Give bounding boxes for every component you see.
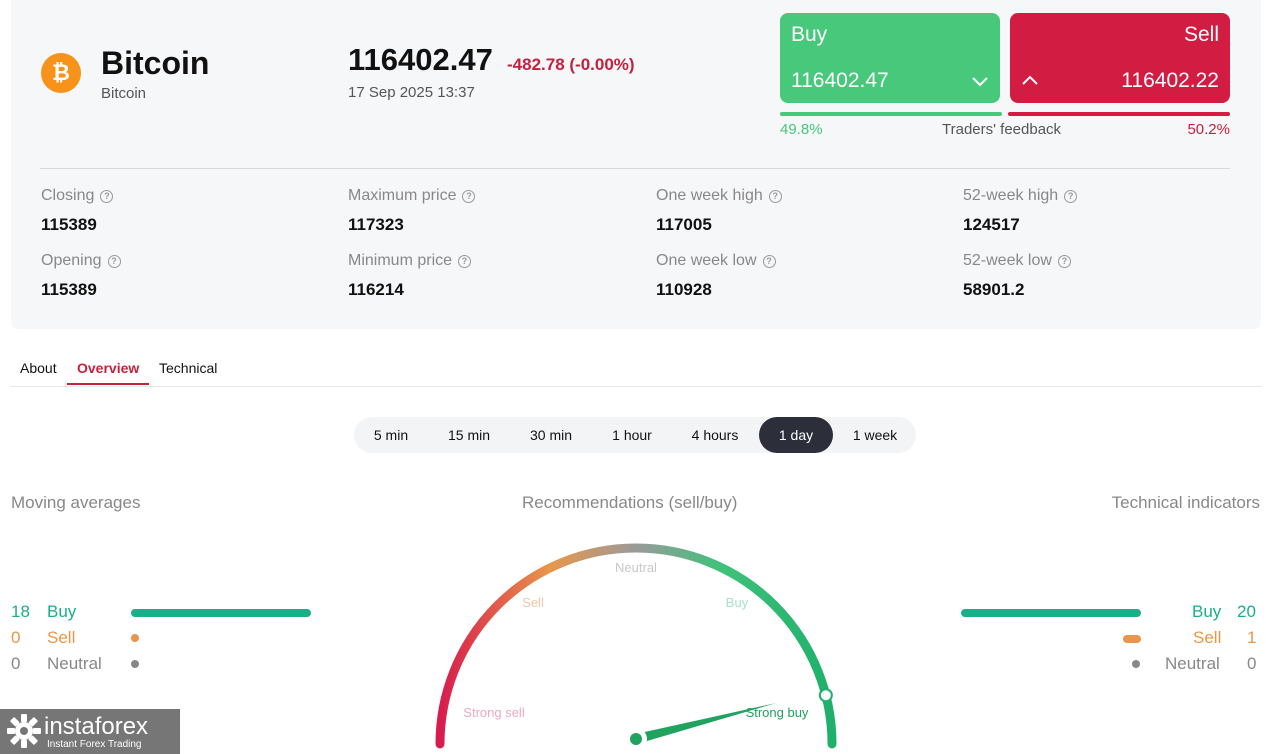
gauge-label-strong-buy: Strong buy — [746, 705, 809, 720]
recommendation-gauge: Neutral Sell Buy Strong sell Strong buy — [435, 543, 837, 750]
brand-name: instaforex — [44, 713, 149, 740]
gauge-label-neutral: Neutral — [615, 560, 657, 575]
gauge-marker — [818, 688, 833, 703]
brand-tagline: Instant Forex Trading — [47, 739, 142, 750]
instaforex-logo: instaforex Instant Forex Trading — [0, 709, 180, 754]
gauge-label-strong-sell: Strong sell — [463, 705, 525, 720]
gear-logo-icon — [7, 714, 41, 748]
gauge-label-buy: Buy — [726, 595, 749, 610]
gauge-label-sell: Sell — [522, 595, 544, 610]
gauge-needle — [634, 702, 777, 744]
gauge-pivot — [630, 733, 642, 745]
